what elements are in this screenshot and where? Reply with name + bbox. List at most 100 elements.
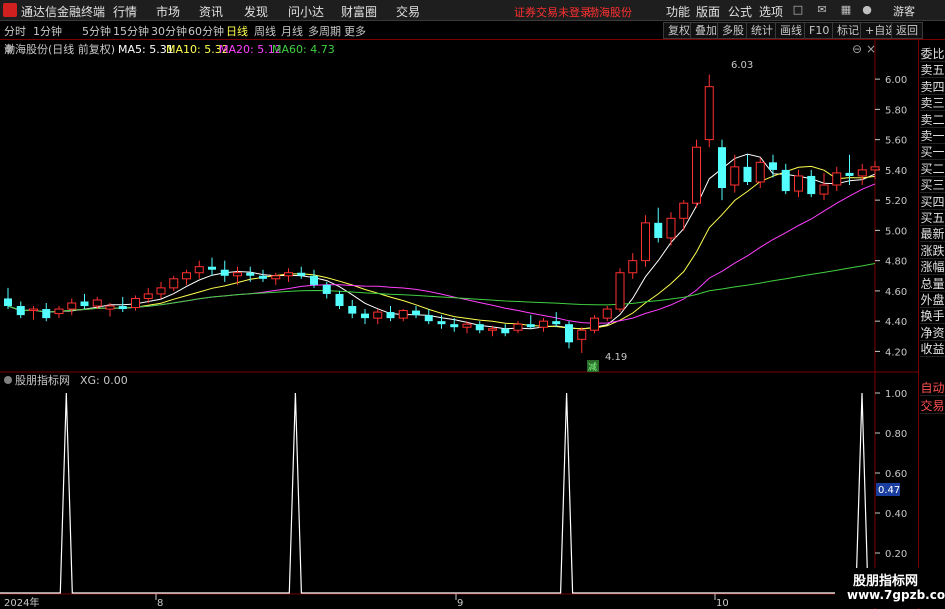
candle-body-down: [845, 172, 854, 176]
candle-body-down: [118, 306, 127, 310]
price-tick-label: 4.80: [885, 257, 907, 268]
skin-icon[interactable]: □: [790, 3, 806, 17]
candle-body-down: [42, 309, 51, 319]
sidebar-item[interactable]: 卖一: [920, 128, 945, 144]
drawing-button[interactable]: 画线: [775, 22, 807, 39]
title-bar: 通达信金融终端 行情 市场 资讯 发现 问小达 财富圈 交易 证券交易未登录 渤…: [0, 0, 945, 21]
sidebar-item[interactable]: 换手: [920, 308, 945, 325]
candle-body-up: [156, 287, 166, 295]
sidebar-item[interactable]: 买四: [920, 194, 945, 210]
candle-body-down: [412, 310, 420, 316]
grid-icon[interactable]: ▦: [838, 3, 854, 17]
mail-icon[interactable]: ✉: [814, 3, 830, 17]
sidebar-item[interactable]: 自动: [920, 380, 945, 396]
candle-body-down: [335, 293, 344, 307]
tab-multi-period[interactable]: 多周期: [308, 23, 341, 39]
current-stock-name: 渤海股份: [588, 6, 632, 19]
sidebar-item[interactable]: 卖二: [920, 112, 945, 128]
candle-body-down: [565, 324, 573, 343]
price-tick-label: 5.20: [885, 196, 907, 207]
user-label[interactable]: 游客: [893, 3, 915, 19]
price-tick-label: 4.40: [885, 317, 907, 328]
candle-body-up: [628, 260, 638, 274]
back-button[interactable]: 返回: [891, 22, 923, 39]
menu-wealth[interactable]: 财富圈: [341, 3, 377, 20]
candle-body-up: [857, 169, 867, 177]
candle-body-up: [233, 272, 242, 277]
sidebar-item[interactable]: 涨幅: [920, 259, 945, 276]
menu-formula[interactable]: 公式: [728, 3, 752, 20]
menu-news[interactable]: 资讯: [199, 3, 223, 20]
sidebar-item[interactable]: 收益: [920, 341, 945, 358]
candle-body-down: [259, 275, 267, 279]
menu-options[interactable]: 选项: [759, 3, 783, 20]
tab-timeshare[interactable]: 分时: [4, 23, 26, 39]
menu-trade[interactable]: 交易: [396, 3, 420, 20]
tab-5min[interactable]: 5分钟: [82, 23, 111, 39]
tab-monthly[interactable]: 月线: [281, 23, 303, 39]
tab-daily[interactable]: 日线: [226, 23, 248, 39]
kline-chart-area[interactable]: 渤海股份(日线 前复权) MA5: 5.31 MA10: 5.32 MA20: …: [0, 40, 918, 609]
tab-weekly[interactable]: 周线: [254, 23, 276, 39]
app-logo-icon: [3, 3, 17, 17]
candle-body-down: [208, 266, 216, 270]
sidebar-item[interactable]: 买二: [920, 161, 945, 177]
sidebar-item[interactable]: 外盘: [920, 292, 945, 308]
multi-stock-button[interactable]: 多股: [717, 22, 749, 39]
ma60-label: MA60: 4.73: [272, 43, 335, 56]
candle-body-up: [373, 311, 383, 319]
collapse-icon[interactable]: ⊖: [852, 42, 862, 56]
tab-1min[interactable]: 1分钟: [33, 23, 62, 39]
reduce-marker-label: 减: [588, 361, 597, 373]
candle-body-down: [297, 272, 306, 276]
tab-60min[interactable]: 60分钟: [188, 23, 224, 39]
sidebar-item[interactable]: 总量: [920, 276, 945, 292]
indicator-settings-icon[interactable]: [4, 376, 12, 384]
candle-body-up: [513, 323, 523, 331]
tab-15min[interactable]: 15分钟: [113, 23, 149, 39]
period-toolbar: 分时 1分钟 5分钟 15分钟 30分钟 60分钟 日线 周线 月线 多周期 更…: [0, 21, 945, 40]
sidebar-item[interactable]: 卖四: [920, 79, 945, 95]
menu-discover[interactable]: 发现: [244, 3, 268, 20]
indicator-name: 股朋指标网: [15, 373, 70, 387]
sidebar-item[interactable]: 涨跌: [920, 243, 945, 259]
sidebar-item[interactable]: 买五: [920, 210, 945, 226]
x-label-sep: 9: [457, 598, 463, 609]
price-axis: 6.00 5.80 5.60 5.40 5.20 5.00 4.80 4.60 4.40 4.20: [875, 75, 907, 358]
sidebar-item[interactable]: 卖五: [920, 62, 945, 79]
menu-market[interactable]: 市场: [156, 3, 180, 20]
close-icon[interactable]: ×: [866, 42, 876, 56]
sidebar-item[interactable]: 交易: [920, 398, 945, 414]
sidebar-item[interactable]: 委比: [920, 46, 945, 62]
candle-body-down: [501, 328, 510, 334]
sidebar-item[interactable]: 买一: [920, 144, 945, 161]
price-tick-label: 5.00: [885, 226, 907, 237]
sidebar-item[interactable]: 最新: [920, 226, 945, 243]
statistics-button[interactable]: 统计: [746, 22, 778, 39]
f10-button[interactable]: F10: [804, 22, 835, 39]
menu-layout[interactable]: 版面: [696, 3, 720, 20]
menu-ask[interactable]: 问小达: [288, 3, 324, 20]
low-price-label: 4.19: [605, 352, 627, 363]
menu-function[interactable]: 功能: [666, 3, 690, 20]
candle-body-down: [246, 272, 255, 276]
candle-body-down: [348, 306, 357, 314]
price-tick-label: 5.40: [885, 166, 907, 177]
chat-icon[interactable]: ●: [859, 3, 875, 17]
candle-body-down: [322, 284, 331, 294]
candle-body-down: [718, 147, 726, 189]
price-tick-label: 5.60: [885, 136, 907, 147]
login-alert[interactable]: 证券交易未登录: [514, 4, 591, 20]
candle-body-down: [807, 175, 816, 195]
sidebar-item[interactable]: 买三: [920, 177, 945, 194]
tab-more[interactable]: 更多: [344, 23, 366, 39]
candle-body-down: [654, 222, 663, 238]
watermark: 股朋指标网 www.7gpzb.com: [835, 568, 945, 608]
candle-body-up: [29, 308, 38, 312]
candle-body-down: [781, 169, 790, 192]
sidebar-item[interactable]: 净资: [920, 325, 945, 341]
menu-quotes[interactable]: 行情: [113, 3, 137, 20]
tab-30min[interactable]: 30分钟: [151, 23, 187, 39]
sidebar-item[interactable]: 卖三: [920, 95, 945, 112]
candle-body-down: [80, 301, 89, 307]
